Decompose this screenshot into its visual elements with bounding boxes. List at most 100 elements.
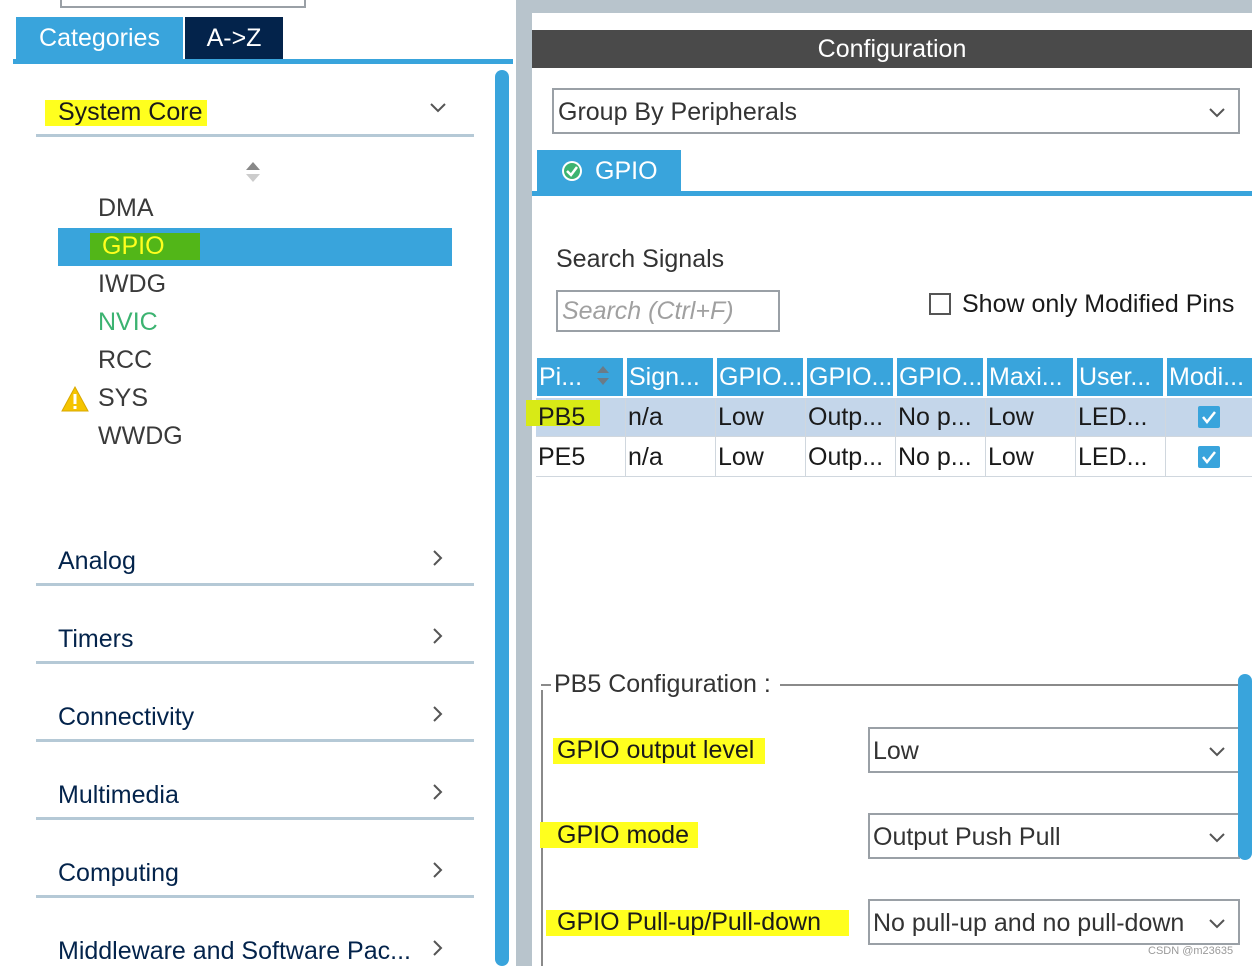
chevron-down-icon bbox=[1209, 833, 1225, 843]
gpio-mode-label: GPIO mode bbox=[557, 821, 689, 849]
check-circle-icon bbox=[562, 161, 582, 181]
divider bbox=[36, 583, 474, 586]
tab-underline bbox=[13, 59, 513, 64]
gpio-mode-select[interactable]: Output Push Pull bbox=[868, 813, 1240, 859]
cell-max-speed: Low bbox=[988, 403, 1034, 431]
fieldset-border bbox=[541, 684, 551, 686]
chevron-right-icon[interactable] bbox=[428, 938, 448, 958]
divider bbox=[36, 817, 474, 820]
category-connectivity[interactable]: Connectivity bbox=[58, 703, 194, 732]
item-nvic[interactable]: NVIC bbox=[98, 308, 158, 337]
category-middleware[interactable]: Middleware and Software Pac... bbox=[58, 937, 411, 966]
search-box-remnant[interactable] bbox=[60, 0, 306, 8]
column-header-user-label[interactable]: User... bbox=[1077, 358, 1163, 396]
fieldset-border bbox=[780, 684, 1238, 686]
cell-mode: Outp... bbox=[808, 403, 884, 431]
column-divider bbox=[895, 398, 896, 476]
gpio-pull-select[interactable]: No pull-up and no pull-down bbox=[868, 899, 1240, 945]
cell-max-speed: Low bbox=[988, 443, 1034, 471]
category-system-core[interactable]: System Core bbox=[58, 98, 202, 127]
chevron-down-icon bbox=[1209, 919, 1225, 929]
tab-underline bbox=[532, 191, 1252, 196]
gpio-mode-value: Output Push Pull bbox=[873, 823, 1061, 851]
divider bbox=[36, 134, 474, 137]
panel-splitter[interactable] bbox=[516, 0, 532, 966]
show-modified-checkbox[interactable] bbox=[929, 293, 951, 315]
chevron-right-icon[interactable] bbox=[428, 626, 448, 646]
cell-output-level: Low bbox=[718, 443, 764, 471]
checkbox-checked-icon[interactable] bbox=[1198, 406, 1220, 428]
column-header-pin[interactable]: Pi... bbox=[537, 358, 623, 396]
column-divider bbox=[715, 398, 716, 476]
category-timers[interactable]: Timers bbox=[58, 625, 133, 654]
column-header-modified[interactable]: Modi... bbox=[1167, 358, 1252, 396]
chevron-right-icon[interactable] bbox=[428, 860, 448, 880]
top-strip bbox=[532, 0, 1252, 13]
divider bbox=[36, 661, 474, 664]
tab-gpio[interactable]: GPIO bbox=[537, 150, 681, 192]
gpio-output-level-value: Low bbox=[873, 737, 919, 765]
row-divider bbox=[536, 436, 1252, 437]
item-gpio[interactable]: GPIO bbox=[102, 232, 165, 261]
category-multimedia[interactable]: Multimedia bbox=[58, 781, 179, 810]
gpio-output-level-label: GPIO output level bbox=[557, 736, 755, 764]
column-divider bbox=[625, 398, 626, 476]
chevron-down-icon bbox=[1209, 108, 1225, 118]
column-divider bbox=[985, 398, 986, 476]
configuration-header: Configuration bbox=[532, 30, 1252, 68]
cell-user-label: LED... bbox=[1078, 443, 1148, 471]
item-rcc[interactable]: RCC bbox=[98, 346, 152, 375]
cell-user-label: LED... bbox=[1078, 403, 1148, 431]
column-header-label: Pi... bbox=[539, 363, 583, 391]
categories-panel: Categories A->Z System Core DMA GPIO IWD… bbox=[0, 0, 516, 966]
category-analog[interactable]: Analog bbox=[58, 547, 136, 576]
item-wwdg[interactable]: WWDG bbox=[98, 422, 183, 451]
chevron-right-icon[interactable] bbox=[428, 548, 448, 568]
gpio-pull-value: No pull-up and no pull-down bbox=[873, 909, 1185, 937]
category-computing[interactable]: Computing bbox=[58, 859, 179, 888]
tab-a-to-z[interactable]: A->Z bbox=[185, 17, 283, 59]
chevron-right-icon[interactable] bbox=[428, 782, 448, 802]
column-header-signal[interactable]: Sign... bbox=[627, 358, 713, 396]
cell-signal: n/a bbox=[628, 403, 663, 431]
group-by-select[interactable]: Group By Peripherals bbox=[552, 88, 1240, 134]
chevron-right-icon[interactable] bbox=[428, 704, 448, 724]
config-scrollbar[interactable] bbox=[1238, 674, 1252, 860]
sort-icon[interactable] bbox=[595, 364, 611, 388]
row-divider bbox=[536, 476, 1252, 477]
chevron-down-icon[interactable] bbox=[428, 98, 448, 118]
column-divider bbox=[805, 398, 806, 476]
configuration-panel: Configuration Group By Peripherals GPIO … bbox=[526, 0, 1252, 966]
pin-config-title: PB5 Configuration : bbox=[552, 670, 773, 699]
item-sys[interactable]: SYS bbox=[98, 384, 148, 413]
cell-signal: n/a bbox=[628, 443, 663, 471]
divider bbox=[36, 895, 474, 898]
divider bbox=[36, 739, 474, 742]
cell-pin: PB5 bbox=[538, 403, 586, 431]
warning-icon bbox=[61, 386, 89, 412]
cell-output-level: Low bbox=[718, 403, 764, 431]
column-divider bbox=[1075, 398, 1076, 476]
cell-pull: No p... bbox=[898, 443, 972, 471]
checkbox-checked-icon[interactable] bbox=[1198, 446, 1220, 468]
item-dma[interactable]: DMA bbox=[98, 194, 154, 223]
tab-gpio-label: GPIO bbox=[595, 157, 658, 185]
chevron-down-icon bbox=[1209, 747, 1225, 757]
cell-mode: Outp... bbox=[808, 443, 884, 471]
categories-scrollbar[interactable] bbox=[495, 70, 509, 966]
search-signals-title: Search Signals bbox=[556, 245, 725, 273]
item-iwdg[interactable]: IWDG bbox=[98, 270, 166, 299]
column-header-gpio-mode[interactable]: GPIO... bbox=[807, 358, 893, 396]
column-header-gpio-pull[interactable]: GPIO... bbox=[897, 358, 983, 396]
sort-icon[interactable] bbox=[244, 160, 262, 184]
column-divider bbox=[1165, 398, 1166, 476]
watermark: CSDN @m23635 bbox=[1148, 945, 1234, 957]
search-input[interactable] bbox=[556, 290, 780, 332]
tab-categories[interactable]: Categories bbox=[16, 17, 183, 59]
column-header-gpio-output-level[interactable]: GPIO... bbox=[717, 358, 803, 396]
cell-pull: No p... bbox=[898, 403, 972, 431]
gpio-output-level-select[interactable]: Low bbox=[868, 727, 1240, 773]
column-header-max-speed[interactable]: Maxi... bbox=[987, 358, 1073, 396]
show-modified-label: Show only Modified Pins bbox=[962, 290, 1235, 318]
gpio-pull-label: GPIO Pull-up/Pull-down bbox=[557, 908, 822, 936]
